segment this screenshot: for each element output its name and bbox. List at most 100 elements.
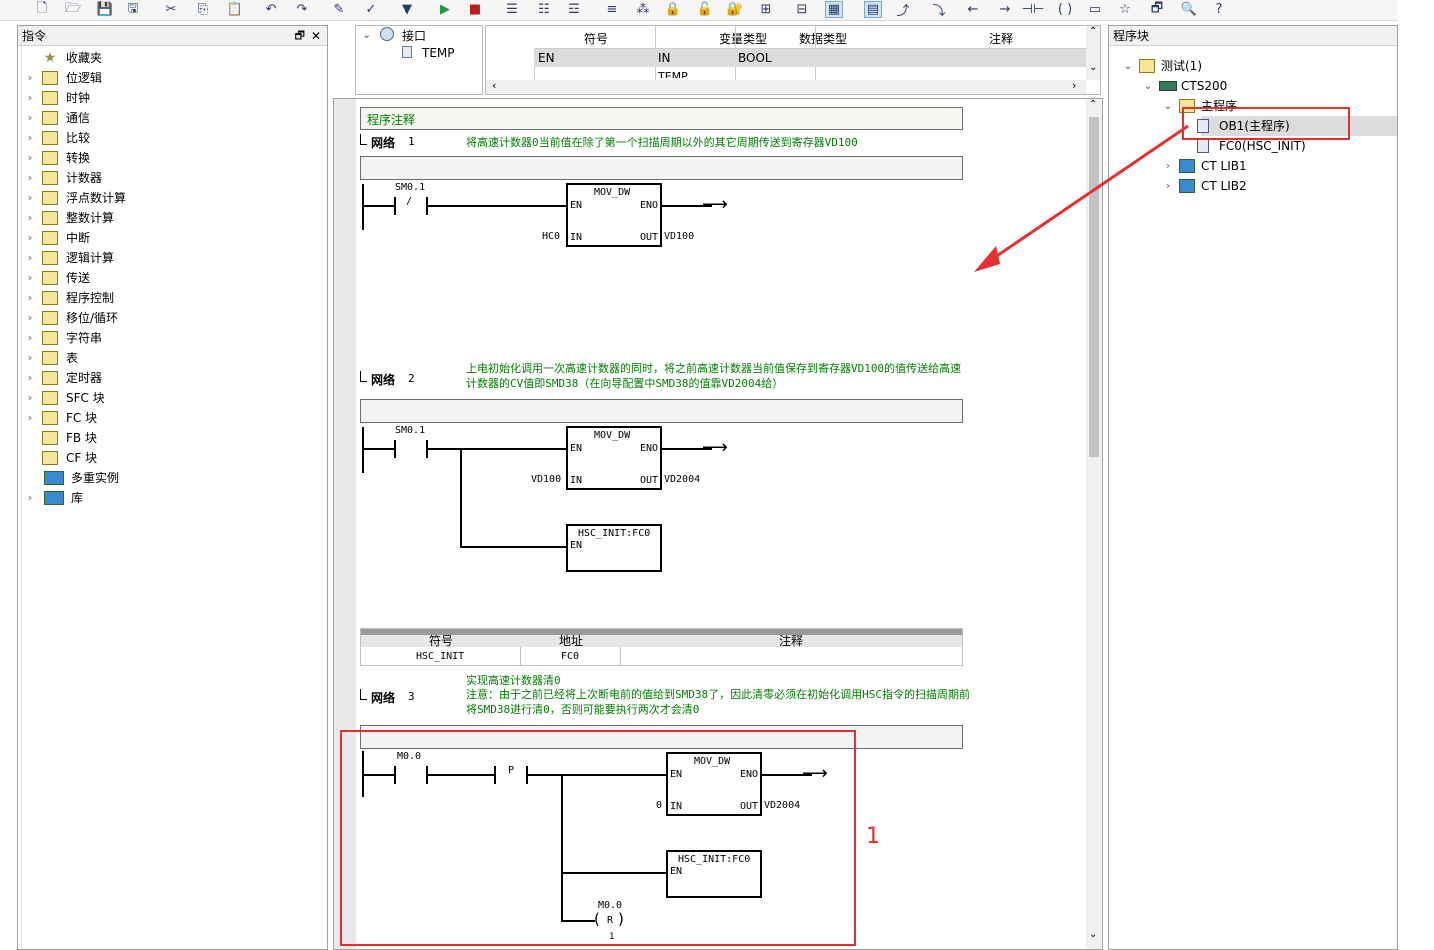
instruction-item[interactable]: › 通信 — [18, 108, 327, 128]
scroll-down-icon[interactable]: ⌄ — [1089, 62, 1097, 73]
network-3-header[interactable]: 网络 3 — [360, 689, 460, 705]
chevron-down-icon[interactable]: ⌄ — [1163, 96, 1173, 116]
output-operand[interactable]: VD2004 — [664, 474, 700, 485]
mov-dw-box[interactable]: MOV_DW EN ENO IN OUT — [566, 426, 662, 490]
instruction-item[interactable]: › 整数计算 — [18, 208, 327, 228]
chevron-right-icon[interactable]: › — [25, 208, 35, 228]
chevron-right-icon[interactable]: › — [25, 108, 35, 128]
instruction-item[interactable]: › 位逻辑 — [18, 68, 327, 88]
cut-icon[interactable]: ✂ — [162, 1, 180, 18]
chevron-right-icon[interactable]: › — [25, 288, 35, 308]
instruction-item[interactable]: CF 块 — [18, 448, 327, 468]
chevron-down-icon[interactable]: ⌄ — [362, 28, 371, 41]
zoom-icon[interactable]: 🔍 — [1180, 1, 1198, 18]
chevron-right-icon[interactable]: › — [25, 368, 35, 388]
instruction-item[interactable]: › 时钟 — [18, 88, 327, 108]
undo-icon[interactable]: ↶ — [262, 1, 280, 18]
new-doc-icon[interactable]: 🗋 — [33, 1, 51, 18]
compile-all-icon[interactable]: ✓ — [362, 1, 380, 18]
restore-icon[interactable]: 🗗 — [295, 26, 305, 46]
help-icon[interactable]: ? — [1210, 1, 1228, 18]
chevron-right-icon[interactable]: › — [25, 488, 35, 508]
output-operand[interactable]: VD100 — [664, 231, 694, 242]
chevron-right-icon[interactable]: › — [25, 128, 35, 148]
line-left-icon[interactable]: ← — [964, 1, 982, 18]
stl-view-icon[interactable]: ▤ — [864, 1, 882, 18]
instruction-item[interactable]: › 移位/循环 — [18, 308, 327, 328]
chevron-right-icon[interactable]: › — [25, 228, 35, 248]
instruction-item[interactable]: › 转换 — [18, 148, 327, 168]
program-comment[interactable]: 程序注释 — [360, 107, 963, 130]
lock-c-icon[interactable]: 🔐 — [726, 1, 744, 18]
hsc-init-call-box[interactable]: HSC_INIT:FC0 EN — [566, 524, 662, 572]
instruction-item[interactable]: › 程序控制 — [18, 288, 327, 308]
interface-root-label[interactable]: 接口 — [402, 27, 426, 44]
scroll-right-icon[interactable]: › — [1072, 79, 1076, 92]
chevron-right-icon[interactable]: › — [25, 168, 35, 188]
contact-down-icon[interactable]: ⤵ — [930, 1, 948, 19]
mode-a-icon[interactable]: ⊞ — [757, 1, 775, 18]
instruction-item[interactable]: › 计数器 — [18, 168, 327, 188]
instruction-item[interactable]: › 字符串 — [18, 328, 327, 348]
scroll-up-icon[interactable]: ⌃ — [1089, 99, 1097, 110]
delete-network-icon[interactable]: ☷ — [535, 1, 553, 18]
chevron-right-icon[interactable]: › — [25, 88, 35, 108]
compile-icon[interactable]: ✎ — [330, 1, 348, 18]
copy-icon[interactable]: ⎘ — [194, 1, 212, 18]
save-all-icon[interactable]: 🖫 — [124, 1, 142, 18]
ladder-view-icon[interactable]: ▦ — [825, 1, 843, 18]
horizontal-scrollbar[interactable]: ‹ › — [486, 79, 1086, 94]
instruction-item[interactable]: 多重实例 — [18, 468, 327, 488]
insert-network-icon[interactable]: ☰ — [503, 1, 521, 18]
chevron-right-icon[interactable]: › — [25, 248, 35, 268]
network-2-header[interactable]: 网络 2 — [360, 371, 460, 387]
instruction-item[interactable]: FB 块 — [18, 428, 327, 448]
chevron-right-icon[interactable]: › — [25, 308, 35, 328]
contact-up-icon[interactable]: ⤴ — [894, 1, 912, 19]
lock-b-icon[interactable]: 🔓 — [696, 1, 714, 18]
chevron-right-icon[interactable]: › — [25, 148, 35, 168]
window-icon[interactable]: 🗗 — [1148, 1, 1166, 18]
run-icon[interactable]: ▶ — [436, 1, 454, 18]
instruction-item[interactable]: › SFC 块 — [18, 388, 327, 408]
open-folder-icon[interactable]: 🗁 — [64, 1, 82, 18]
scroll-down-icon[interactable]: ⌄ — [1089, 929, 1097, 940]
instruction-item[interactable]: › 逻辑计算 — [18, 248, 327, 268]
mode-b-icon[interactable]: ⊟ — [793, 1, 811, 18]
scroll-left-icon[interactable]: ‹ — [492, 79, 496, 92]
chevron-right-icon[interactable]: › — [25, 328, 35, 348]
interface-temp-label[interactable]: TEMP — [422, 46, 455, 60]
chevron-right-icon[interactable]: › — [25, 188, 35, 208]
box-icon[interactable]: ▭ — [1086, 1, 1104, 18]
input-operand[interactable]: VD100 — [531, 474, 561, 485]
line-right-icon[interactable]: → — [996, 1, 1014, 18]
contact-icon[interactable]: ⊣⊢ — [1022, 1, 1045, 18]
chevron-right-icon[interactable]: › — [25, 388, 35, 408]
stop-icon[interactable]: ■ — [466, 1, 484, 18]
instruction-item[interactable]: › 比较 — [18, 128, 327, 148]
paste-icon[interactable]: 📋 — [226, 1, 244, 18]
instruction-item[interactable]: ★ 收藏夹 — [18, 48, 327, 68]
coil-icon[interactable]: ( ) — [1056, 1, 1074, 18]
chevron-right-icon[interactable]: › — [25, 348, 35, 368]
download-icon[interactable]: ▼ — [398, 1, 416, 18]
save-icon[interactable]: 💾 — [96, 1, 114, 18]
program-block-item[interactable]: ⌄ 测试(1) — [1109, 56, 1397, 76]
input-operand[interactable]: HC0 — [542, 231, 560, 242]
network-2-comment-box[interactable] — [360, 399, 963, 423]
chevron-down-icon[interactable]: ⌄ — [1123, 56, 1133, 76]
vertical-scrollbar[interactable]: ⌃ ⌄ — [1086, 26, 1100, 80]
lock-a-icon[interactable]: 🔒 — [664, 1, 682, 18]
instruction-item[interactable]: › 中断 — [18, 228, 327, 248]
redo-icon[interactable]: ↷ — [293, 1, 311, 18]
instruction-item[interactable]: › 库 — [18, 488, 327, 508]
instruction-item[interactable]: › FC 块 — [18, 408, 327, 428]
comment-icon[interactable]: ≡ — [603, 1, 621, 18]
scroll-up-icon[interactable]: ⌃ — [1089, 26, 1097, 37]
network-1-header[interactable]: 网络 1 — [360, 134, 460, 150]
mov-dw-box[interactable]: MOV_DW EN ENO IN OUT — [566, 183, 662, 247]
instruction-item[interactable]: › 传送 — [18, 268, 327, 288]
bookmark-icon[interactable]: ☆ — [1116, 1, 1134, 18]
network-1-comment-box[interactable] — [360, 156, 963, 180]
instruction-item[interactable]: › 浮点数计算 — [18, 188, 327, 208]
